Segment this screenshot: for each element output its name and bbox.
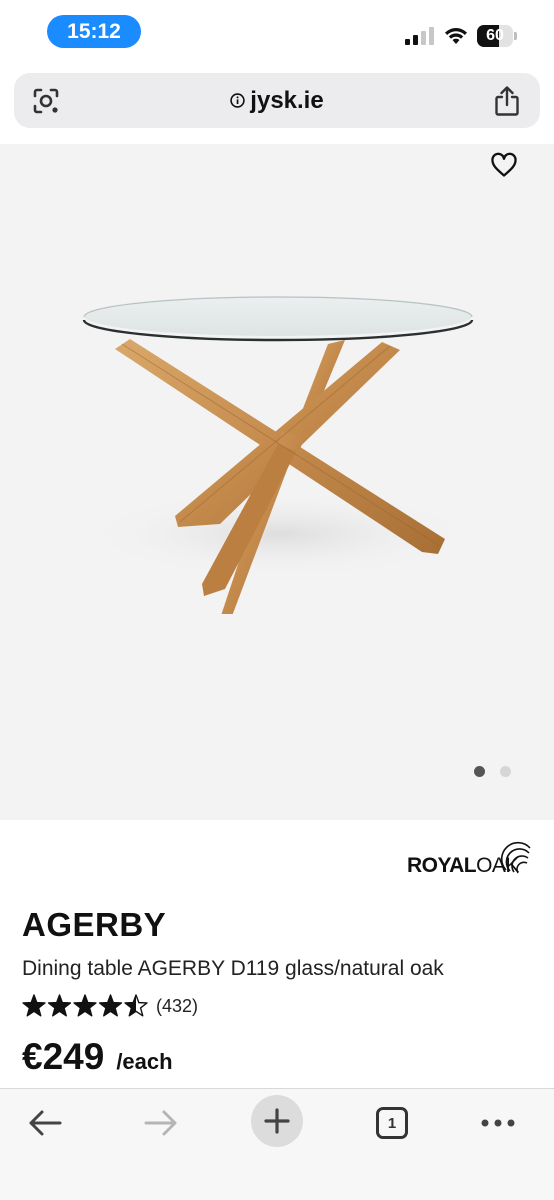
- star-rating: [22, 994, 148, 1017]
- star-icon: [73, 994, 97, 1017]
- price-unit: /each: [116, 1049, 173, 1074]
- product-price: €249: [22, 1036, 105, 1077]
- product-image: [80, 296, 480, 614]
- forward-button[interactable]: [137, 1101, 185, 1145]
- back-button[interactable]: [21, 1101, 69, 1145]
- gallery-pagination[interactable]: [474, 766, 514, 778]
- heart-icon[interactable]: [490, 152, 518, 178]
- brand-arcs-icon: [500, 841, 531, 874]
- star-icon: [98, 994, 123, 1017]
- share-icon[interactable]: [493, 85, 521, 117]
- arrow-left-icon: [29, 1110, 62, 1136]
- tab-count: 1: [376, 1107, 408, 1139]
- product-description: Dining table AGERBY D119 glass/natural o…: [22, 957, 444, 980]
- address-bar[interactable]: jysk.ie: [14, 73, 540, 128]
- url-text[interactable]: jysk.ie: [250, 87, 323, 115]
- gallery-dot-active[interactable]: [474, 766, 485, 777]
- plus-icon: [264, 1108, 290, 1134]
- star-icon: [22, 994, 46, 1017]
- arrow-right-icon: [144, 1110, 177, 1136]
- brand-logo: ROYALOAK: [404, 840, 536, 880]
- signal-icon: [405, 27, 434, 45]
- more-button[interactable]: [474, 1101, 522, 1145]
- status-time: 15:12: [47, 15, 141, 48]
- product-gallery[interactable]: [0, 144, 554, 820]
- star-icon: [47, 994, 72, 1017]
- gallery-dot[interactable]: [500, 766, 511, 777]
- battery-icon: 60: [477, 25, 517, 47]
- product-name: AGERBY: [22, 906, 167, 943]
- battery-level: 60: [486, 27, 504, 44]
- price-row: €249 /each: [22, 1036, 173, 1078]
- review-count[interactable]: (432): [156, 996, 198, 1017]
- more-dots-icon: [481, 1119, 515, 1127]
- new-tab-button[interactable]: [251, 1095, 303, 1147]
- product-rating[interactable]: (432): [22, 992, 198, 1020]
- tab-switcher-button[interactable]: 1: [368, 1101, 416, 1145]
- star-icon: [124, 994, 148, 1017]
- info-icon[interactable]: [230, 93, 245, 108]
- browser-toolbar: 1: [0, 1088, 554, 1200]
- status-bar: 15:12 60: [0, 0, 554, 62]
- wifi-icon: [445, 28, 467, 44]
